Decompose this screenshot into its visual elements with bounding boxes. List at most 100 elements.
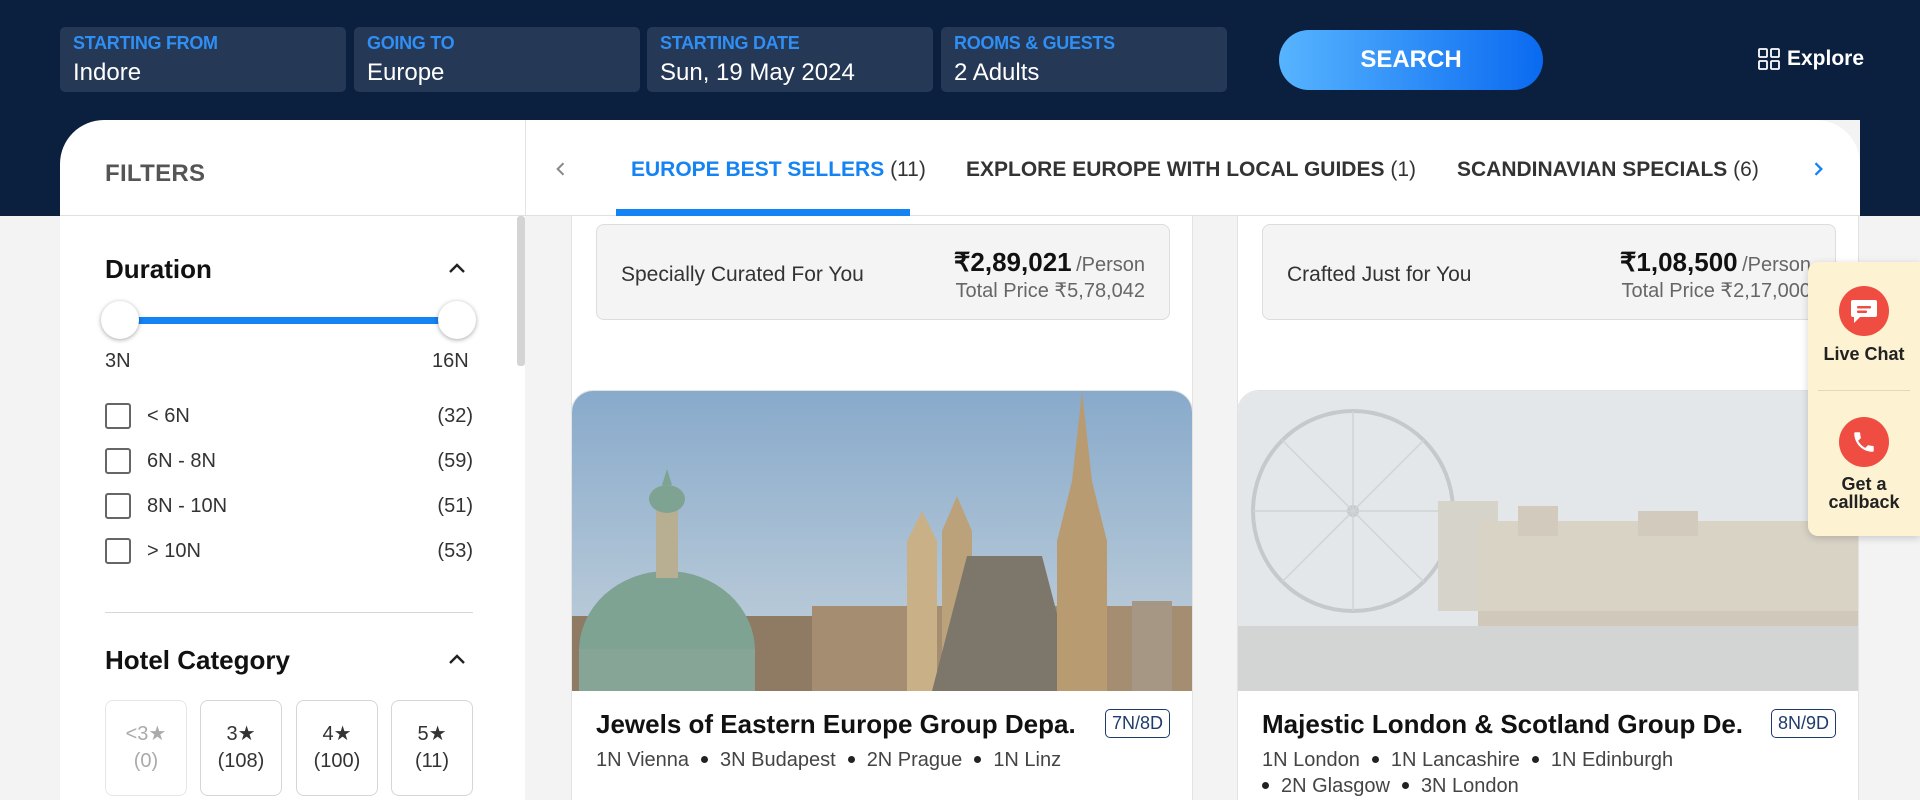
curated-label: Crafted Just for You [1287,263,1472,286]
curated-label: Specially Curated For You [621,263,864,286]
hotel-category-option[interactable]: 3★ (108) [200,700,282,796]
help-widget: Live Chat Get a callback [1808,262,1920,536]
price-per-person: ₹1,08,500 [1619,247,1738,277]
hotel-category-label: <3★ [125,723,167,745]
duration-option-count: (53) [437,539,473,562]
tab-label: EUROPE BEST SELLERS [631,158,885,181]
duration-slider-track[interactable] [120,317,460,324]
hotel-category-label: 5★ [417,723,447,745]
search-button[interactable]: SEARCH [1279,30,1543,90]
duration-max-handle[interactable] [438,301,476,339]
price-box: Crafted Just for You ₹1,08,500 /Person T… [1262,224,1836,320]
duration-badge: 8N/9D [1770,709,1836,738]
duration-option-count: (59) [437,449,473,472]
chevron-left-icon [556,162,565,176]
city: 1N London [1262,749,1360,771]
tab-local-guides[interactable]: EXPLORE EUROPE WITH LOCAL GUIDES (1) [966,158,1416,182]
starting-date-label: STARTING DATE [660,33,800,53]
duration-min-label: 3N [105,350,131,372]
going-to-field[interactable]: GOING TO Europe [354,27,640,92]
checkbox[interactable] [105,493,131,519]
filters-scrollbar[interactable] [517,216,525,366]
checkbox[interactable] [105,538,131,564]
chevron-up-icon[interactable] [445,256,469,280]
duration-option[interactable]: < 6N (32) [105,400,473,432]
price-per-person: ₹2,89,021 [953,247,1072,277]
package-card[interactable]: Jewels of Eastern Europe Group Depa... 7… [571,390,1193,800]
city: 1N Edinburgh [1550,749,1674,771]
live-chat-button[interactable]: Live Chat [1808,286,1920,365]
rooms-guests-label: ROOMS & GUESTS [954,33,1115,53]
city: 3N London [1420,775,1519,797]
total-price: Total Price ₹5,78,042 [955,280,1145,302]
tab-label: SCANDINAVIAN SPECIALS [1457,158,1728,181]
duration-min-handle[interactable] [101,301,139,339]
hotel-category-count: (0) [133,750,159,772]
package-title: Jewels of Eastern Europe Group Depa... [596,709,1076,739]
tabs-prev-arrow[interactable] [546,154,576,184]
per-person-label: /Person [1076,254,1145,276]
results-panel: Specially Curated For You ₹2,89,021 /Per… [525,120,1860,800]
callback-label: Get a callback [1828,474,1900,512]
hotel-category-option[interactable]: <3★ (0) [105,700,187,796]
duration-option-label: > 10N [147,539,201,562]
checkbox[interactable] [105,403,131,429]
total-price: Total Price ₹2,17,000 [1621,280,1811,302]
category-tabs: EUROPE BEST SELLERS (11) EXPLORE EUROPE … [525,120,1860,216]
duration-max-label: 16N [432,350,469,372]
itinerary-cities: 1N London 1N Lancashire 1N Edinburgh 2N Gla… [1262,747,1842,799]
duration-badge: 7N/8D [1104,709,1170,738]
duration-option-label: 6N - 8N [147,449,216,472]
explore-label: Explore [1787,47,1865,70]
package-image-london [1238,391,1858,691]
hotel-category-count: (100) [313,750,361,772]
starting-date-field[interactable]: STARTING DATE Sun, 19 May 2024 [647,27,933,92]
tab-europe-best-sellers[interactable]: EUROPE BEST SELLERS (11) [631,158,926,182]
city: 1N Linz [993,749,1062,771]
package-image-vienna [572,391,1192,691]
hotel-category-title: Hotel Category [105,645,290,675]
hotel-category-option[interactable]: 5★ (11) [391,700,473,796]
active-tab-indicator [616,209,910,216]
tab-label: EXPLORE EUROPE WITH LOCAL GUIDES [966,158,1385,181]
chevron-up-icon[interactable] [445,647,469,671]
hotel-category-count: (108) [217,750,265,772]
callback-button[interactable]: Get a callback [1808,417,1920,511]
city: 3N Budapest [720,749,836,771]
phone-icon [1839,417,1889,467]
going-to-label: GOING TO [367,33,455,53]
chevron-right-icon [1814,162,1823,176]
duration-title: Duration [105,254,212,284]
itinerary-cities: 1N Vienna 3N Budapest 2N Prague 1N Linz [596,747,1176,773]
duration-option-label: 8N - 10N [147,494,228,517]
duration-option[interactable]: 6N - 8N (59) [105,445,473,477]
starting-date-value: Sun, 19 May 2024 [660,59,855,86]
going-to-value: Europe [367,59,445,86]
tab-count: (1) [1390,158,1416,181]
starting-from-field[interactable]: STARTING FROM Indore [60,27,346,92]
grid-icon [1758,48,1780,70]
city: 1N Lancashire [1390,749,1520,771]
duration-option[interactable]: 8N - 10N (51) [105,490,473,522]
city: 2N Prague [866,749,963,771]
tab-count: (11) [890,158,926,181]
city: 1N Vienna [596,749,690,771]
duration-option-label: < 6N [147,404,190,427]
hotel-category-label: 4★ [322,723,352,745]
explore-button[interactable]: Explore [1757,47,1864,71]
package-title: Majestic London & Scotland Group De... [1262,709,1742,739]
hotel-category-option[interactable]: 4★ (100) [296,700,378,796]
duration-option[interactable]: > 10N (53) [105,535,473,567]
filters-title: FILTERS [60,120,525,216]
tabs-next-arrow[interactable] [1803,154,1833,184]
duration-option-count: (51) [437,494,473,517]
filters-panel: FILTERS Duration 3N 16N < 6N (32) 6N - 8… [60,120,525,800]
price-box: Specially Curated For You ₹2,89,021 /Per… [596,224,1170,320]
checkbox[interactable] [105,448,131,474]
tab-scandinavian-specials[interactable]: SCANDINAVIAN SPECIALS (6) [1457,158,1759,182]
package-card[interactable]: Majestic London & Scotland Group De... 8… [1237,390,1859,800]
tab-count: (6) [1733,158,1759,181]
starting-from-value: Indore [73,59,142,86]
rooms-guests-field[interactable]: ROOMS & GUESTS 2 Adults [941,27,1227,92]
filters-divider [105,612,473,613]
